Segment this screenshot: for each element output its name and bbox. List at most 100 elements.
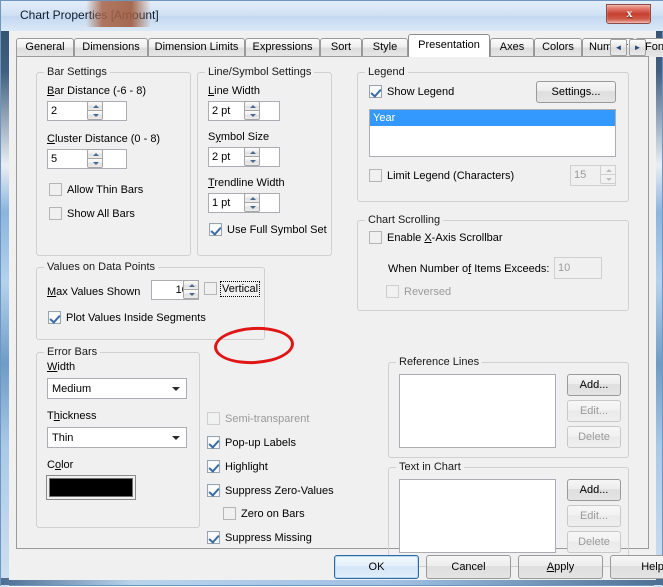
dialog-client-area: General Dimensions Dimension Limits Expr… bbox=[9, 31, 663, 580]
chevron-down-icon bbox=[172, 386, 180, 391]
checkbox-box bbox=[369, 169, 382, 182]
legend-group: Legend Show Legend Settings... Year Limi… bbox=[357, 66, 629, 202]
line-width-spinner-down[interactable] bbox=[244, 110, 260, 120]
line-width-spinner[interactable] bbox=[244, 101, 260, 121]
checkbox-box bbox=[49, 183, 62, 196]
values-on-data-points-legend: Values on Data Points bbox=[44, 261, 159, 273]
reference-lines-delete-button: Delete bbox=[567, 426, 621, 448]
checkbox-box bbox=[223, 507, 236, 520]
bar-settings-legend: Bar Settings bbox=[44, 66, 110, 78]
tab-dimensions[interactable]: Dimensions bbox=[74, 38, 148, 57]
zero-on-bars-label: Zero on Bars bbox=[241, 507, 305, 520]
list-item[interactable]: Year bbox=[370, 110, 615, 126]
allow-thin-bars-checkbox[interactable]: Allow Thin Bars bbox=[49, 183, 143, 196]
enable-x-axis-scrollbar-checkbox[interactable]: Enable X-Axis Scrollbar bbox=[369, 231, 503, 244]
bar-distance-spinner[interactable] bbox=[87, 101, 103, 121]
limit-legend-checkbox[interactable]: Limit Legend (Characters) bbox=[369, 169, 514, 182]
error-bars-width-label: Width bbox=[47, 361, 76, 373]
tab-number[interactable]: Number bbox=[582, 38, 635, 57]
text-in-chart-edit-button: Edit... bbox=[567, 505, 621, 527]
zero-on-bars-checkbox[interactable]: Zero on Bars bbox=[223, 507, 305, 520]
legend-list[interactable]: Year bbox=[369, 109, 616, 157]
trendline-width-spinner[interactable] bbox=[244, 193, 260, 213]
max-values-shown-spinner-down[interactable] bbox=[183, 289, 199, 299]
suppress-missing-checkbox[interactable]: Suppress Missing bbox=[207, 531, 312, 544]
reversed-label: Reversed bbox=[404, 285, 452, 298]
symbol-size-spinner[interactable] bbox=[244, 147, 260, 167]
help-button[interactable]: Help bbox=[610, 555, 663, 579]
tab-expressions[interactable]: Expressions bbox=[245, 38, 320, 57]
suppress-zero-values-label: Suppress Zero-Values bbox=[225, 484, 334, 497]
when-items-exceeds-label: When Number of Items Exceeds: bbox=[388, 263, 550, 275]
reference-lines-legend: Reference Lines bbox=[396, 356, 483, 368]
cancel-button[interactable]: Cancel bbox=[426, 555, 511, 579]
tab-general[interactable]: General bbox=[16, 38, 74, 57]
show-all-bars-label: Show All Bars bbox=[67, 207, 135, 220]
cluster-distance-spinner[interactable] bbox=[87, 149, 103, 169]
checkbox-box bbox=[48, 311, 61, 324]
reference-lines-list[interactable] bbox=[399, 374, 556, 448]
limit-legend-spinner-down bbox=[600, 174, 616, 184]
checkbox-box bbox=[207, 484, 220, 497]
text-in-chart-add-button[interactable]: Add... bbox=[567, 479, 621, 501]
max-values-shown-spinner[interactable] bbox=[183, 280, 199, 300]
dialog-footer: OK Cancel Apply Help bbox=[9, 551, 663, 580]
text-in-chart-list[interactable] bbox=[399, 479, 556, 553]
show-legend-label: Show Legend bbox=[387, 85, 455, 98]
close-icon: x bbox=[626, 6, 633, 20]
tab-sort[interactable]: Sort bbox=[320, 38, 362, 57]
apply-button[interactable]: Apply bbox=[518, 555, 603, 579]
highlight-checkbox[interactable]: Highlight bbox=[207, 460, 268, 473]
error-bars-width-value: Medium bbox=[52, 382, 92, 395]
cluster-distance-spinner-down[interactable] bbox=[87, 158, 103, 168]
legend-settings-button[interactable]: Settings... bbox=[536, 81, 616, 103]
chart-properties-dialog: Chart Properties [Amount] x General Dime… bbox=[0, 0, 663, 587]
use-full-symbol-set-checkbox[interactable]: Use Full Symbol Set bbox=[209, 223, 327, 236]
chevron-down-icon bbox=[172, 435, 180, 440]
show-legend-checkbox[interactable]: Show Legend bbox=[369, 85, 454, 98]
checkbox-box bbox=[207, 412, 220, 425]
tab-scroll-prev-button[interactable]: ◄ bbox=[610, 39, 627, 56]
reference-lines-group: Reference Lines Add... Edit... Delete bbox=[388, 356, 629, 458]
reference-lines-add-button[interactable]: Add... bbox=[567, 374, 621, 396]
bar-distance-spinner-down[interactable] bbox=[87, 110, 103, 120]
presentation-tab-panel: Bar Settings Bar Distance (-6 - 8) 2 Clu… bbox=[16, 56, 649, 567]
error-bars-color-swatch[interactable] bbox=[49, 478, 133, 497]
show-all-bars-checkbox[interactable]: Show All Bars bbox=[49, 207, 135, 220]
checkbox-box bbox=[207, 460, 220, 473]
highlight-label: Highlight bbox=[225, 460, 268, 473]
tab-axes[interactable]: Axes bbox=[490, 38, 534, 57]
checkbox-box bbox=[209, 223, 222, 236]
checkbox-box bbox=[369, 85, 382, 98]
trendline-width-spinner-down[interactable] bbox=[244, 202, 260, 212]
error-bars-thickness-combo[interactable]: Thin bbox=[47, 427, 187, 448]
plot-values-inside-segments-checkbox[interactable]: Plot Values Inside Segments bbox=[48, 311, 206, 324]
tab-scroll-next-button[interactable]: ► bbox=[629, 39, 646, 56]
ok-button[interactable]: OK bbox=[334, 555, 419, 579]
close-button[interactable]: x bbox=[606, 4, 651, 24]
line-symbol-settings-group: Line/Symbol Settings Line Width 2 pt Sym… bbox=[197, 66, 332, 256]
enable-x-axis-scrollbar-label: Enable X-Axis Scrollbar bbox=[387, 231, 503, 244]
cluster-distance-label: Cluster Distance (0 - 8) bbox=[47, 133, 161, 145]
tab-colors[interactable]: Colors bbox=[534, 38, 582, 57]
window-frame-left bbox=[1, 1, 9, 587]
tab-presentation[interactable]: Presentation bbox=[408, 34, 490, 57]
error-bars-width-combo[interactable]: Medium bbox=[47, 378, 187, 399]
bar-distance-label: Bar Distance (-6 - 8) bbox=[47, 85, 147, 97]
suppress-missing-label: Suppress Missing bbox=[225, 531, 312, 544]
suppress-zero-values-checkbox[interactable]: Suppress Zero-Values bbox=[207, 484, 334, 497]
popup-labels-checkbox[interactable]: Pop-up Labels bbox=[207, 436, 296, 449]
error-bars-color-label: Color bbox=[47, 459, 74, 471]
error-bars-thickness-value: Thin bbox=[52, 431, 74, 444]
checkbox-box bbox=[369, 231, 382, 244]
semi-transparent-checkbox: Semi-transparent bbox=[207, 412, 309, 425]
error-bars-thickness-label: Thickness bbox=[47, 410, 97, 422]
tab-style[interactable]: Style bbox=[362, 38, 408, 57]
tab-dimension-limits[interactable]: Dimension Limits bbox=[148, 38, 245, 57]
error-bars-group: Error Bars Width Medium Thickness Thin C… bbox=[36, 346, 200, 528]
symbol-size-spinner-down[interactable] bbox=[244, 156, 260, 166]
line-width-label: Line Width bbox=[208, 85, 260, 97]
vertical-checkbox[interactable]: Vertical bbox=[204, 280, 261, 297]
popup-labels-label: Pop-up Labels bbox=[225, 436, 296, 449]
text-in-chart-delete-button: Delete bbox=[567, 531, 621, 553]
